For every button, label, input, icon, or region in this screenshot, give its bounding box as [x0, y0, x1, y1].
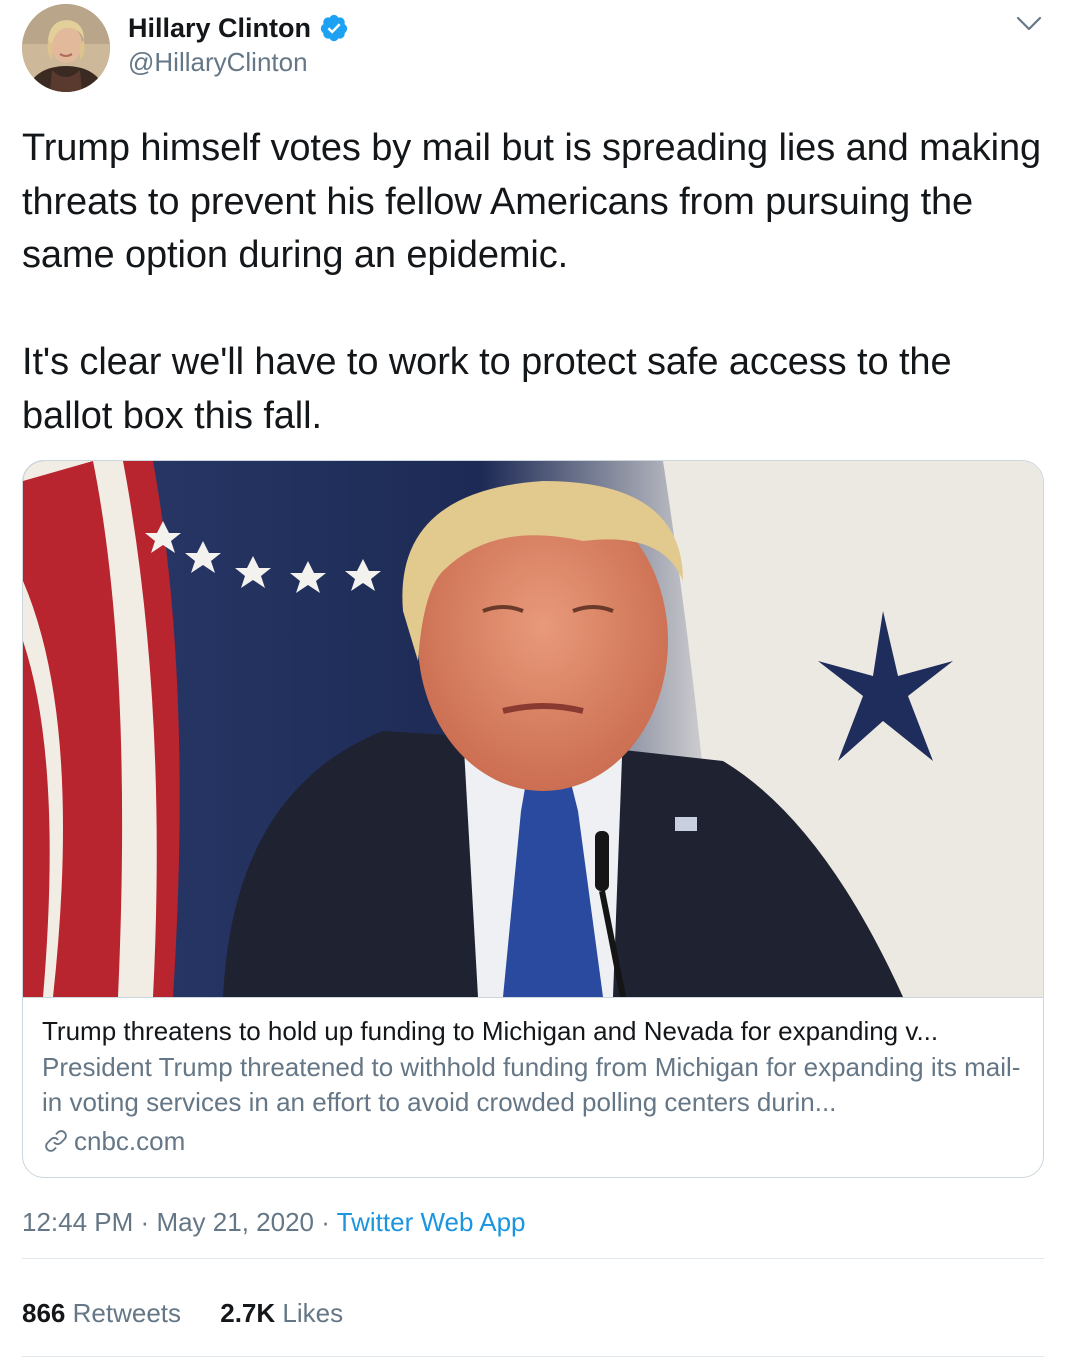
retweets-stat[interactable]: 866 Retweets [22, 1298, 181, 1328]
verified-badge-icon [320, 14, 348, 42]
meta-separator: · [321, 1207, 330, 1237]
tweet-stats: 866 Retweets 2.7K Likes [22, 1296, 375, 1330]
author-name[interactable]: Hillary Clinton [128, 12, 311, 44]
retweets-count: 866 [22, 1298, 66, 1328]
tweet-paragraph-2: It's clear we'll have to work to protect… [22, 341, 952, 437]
tweet-paragraph-1: Trump himself votes by mail but is sprea… [22, 127, 1042, 276]
retweets-label: Retweets [72, 1298, 182, 1328]
tweet-time[interactable]: 12:44 PM [22, 1207, 133, 1237]
card-domain-text[interactable]: cnbc.com [74, 1124, 185, 1158]
card-description: President Trump threatened to withhold f… [42, 1052, 1021, 1117]
author-name-row[interactable]: Hillary Clinton [128, 12, 349, 44]
avatar[interactable] [22, 4, 110, 92]
tweet-source-link[interactable]: Twitter Web App [337, 1207, 526, 1237]
divider [22, 1258, 1044, 1259]
likes-label: Likes [282, 1298, 344, 1328]
tweet-date[interactable]: May 21, 2020 [156, 1207, 314, 1237]
link-icon [45, 1130, 67, 1152]
tweet-meta: 12:44 PM · May 21, 2020 · Twitter Web Ap… [22, 1205, 526, 1239]
likes-stat[interactable]: 2.7K Likes [220, 1298, 343, 1328]
card-title[interactable]: Trump threatens to hold up funding to Mi… [42, 1014, 1032, 1048]
link-card[interactable]: Trump threatens to hold up funding to Mi… [22, 460, 1044, 1178]
card-image[interactable] [23, 461, 1043, 998]
divider [22, 1356, 1044, 1357]
card-domain[interactable]: cnbc.com [42, 1124, 185, 1158]
likes-count: 2.7K [220, 1298, 276, 1328]
chevron-down-icon[interactable] [1014, 12, 1044, 36]
meta-separator: · [140, 1207, 150, 1237]
tweet-text: Trump himself votes by mail but is sprea… [22, 122, 1052, 443]
author-handle[interactable]: @HillaryClinton [128, 46, 308, 78]
tweet: Hillary Clinton @HillaryClinton Trump hi… [0, 0, 1072, 1364]
